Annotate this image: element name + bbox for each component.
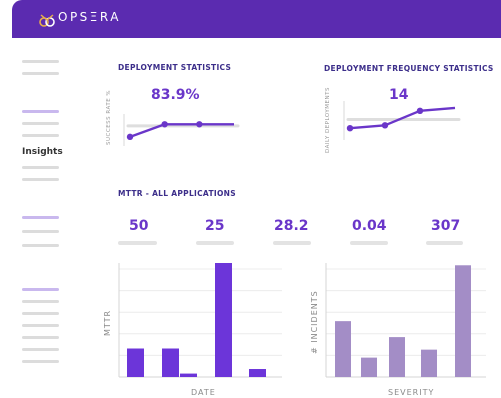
mttr-chart-bar [127, 348, 144, 377]
success-rate-chart-data-point [126, 133, 134, 141]
deployment-frequency-chart-data-point [416, 107, 424, 115]
mttr-chart-bar [162, 348, 179, 377]
mttr-chart-bar [249, 369, 266, 377]
incidents-chart-bar [455, 265, 471, 377]
deployment-frequency-chart-data-point [381, 122, 389, 129]
mttr-chart-bar [215, 263, 232, 377]
deployment-frequency-chart-data-point [346, 125, 354, 132]
incidents-chart-bar [335, 321, 351, 377]
success-rate-chart-data-point [161, 121, 168, 128]
incidents-chart-bar [389, 337, 405, 377]
mttr-chart-bar [180, 373, 197, 377]
success-rate-chart-data-point [196, 121, 203, 128]
charts-layer [118, 101, 486, 378]
incidents-chart-bar [421, 349, 437, 377]
incidents-chart-bar [361, 357, 377, 377]
